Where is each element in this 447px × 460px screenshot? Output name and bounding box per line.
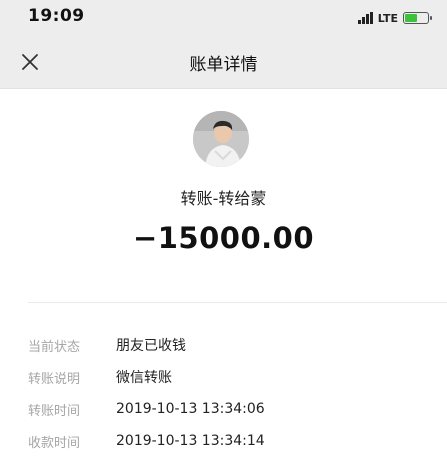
detail-row-transfer-time: 转账时间 2019-10-13 13:34:06 [28, 398, 427, 420]
nav-bar: 账单详情 [0, 36, 447, 89]
status-bar: 19:09 LTE [0, 0, 447, 36]
detail-value: 微信转账 [116, 370, 172, 386]
signal-icon [357, 12, 373, 24]
transfer-amount: −15000.00 [132, 221, 315, 255]
status-time: 19:09 [28, 6, 85, 26]
divider [28, 302, 447, 303]
detail-row-receive-time: 收款时间 2019-10-13 13:34:14 [28, 430, 427, 452]
detail-value: 朋友已收钱 [116, 338, 186, 354]
detail-label: 转账时间 [28, 403, 81, 419]
status-indicators: LTE [357, 10, 432, 26]
detail-value: 2019-10-13 13:34:06 [116, 401, 265, 417]
page-title: 账单详情 [189, 55, 258, 75]
network-type: LTE [377, 11, 398, 25]
detail-row-status: 当前状态 朋友已收钱 [28, 334, 427, 356]
battery-icon [403, 12, 432, 24]
detail-row-note: 转账说明 微信转账 [28, 366, 427, 388]
detail-value: 2019-10-13 13:34:14 [116, 433, 265, 449]
avatar [193, 111, 249, 167]
bill-detail: 转账-转给蒙 −15000.00 当前状态 朋友已收钱 转账说明 微信转账 转账… [0, 89, 447, 460]
battery-level [405, 14, 417, 22]
transfer-title: 转账-转给蒙 [180, 189, 267, 208]
detail-label: 收款时间 [28, 435, 81, 451]
detail-label: 转账说明 [28, 371, 81, 387]
detail-label: 当前状态 [28, 339, 81, 355]
